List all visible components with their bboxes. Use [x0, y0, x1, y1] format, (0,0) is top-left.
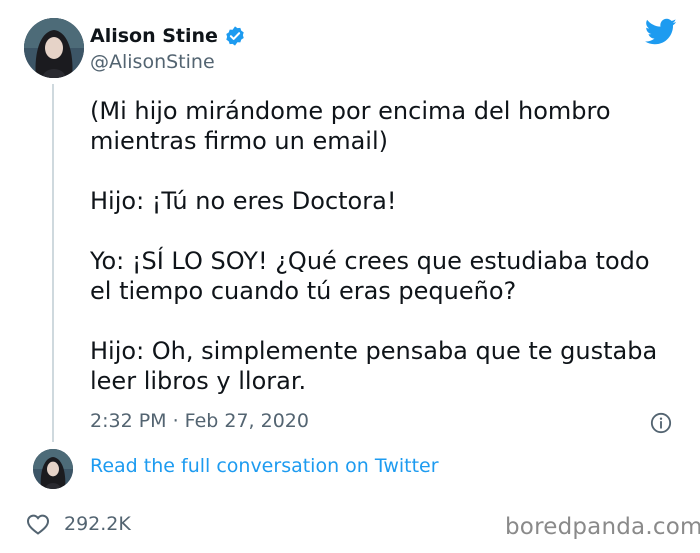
twitter-bird-icon[interactable] — [645, 18, 677, 46]
author-handle[interactable]: @AlisonStine — [90, 51, 215, 73]
verified-badge-icon — [226, 26, 244, 46]
tweet-body-text: (Mi hijo mirándome por encima del hombro… — [90, 97, 658, 395]
thread-connector-line — [52, 84, 54, 442]
source-watermark: boredpanda.com — [505, 514, 700, 540]
author-avatar[interactable] — [24, 18, 84, 78]
avatar-photo — [33, 449, 73, 489]
like-count: 292.2K — [64, 513, 131, 535]
author-display-name[interactable]: Alison Stine — [90, 25, 218, 47]
avatar-photo — [24, 18, 84, 78]
tweet-timestamp[interactable]: 2:32 PM · Feb 27, 2020 — [90, 410, 309, 432]
info-icon[interactable] — [650, 412, 672, 434]
read-conversation-link[interactable]: Read the full conversation on Twitter — [90, 455, 439, 477]
conversation-avatar[interactable] — [33, 449, 73, 489]
author-name-row[interactable]: Alison Stine — [90, 22, 246, 50]
heart-icon[interactable] — [26, 513, 50, 535]
like-row[interactable]: 292.2K — [26, 513, 131, 535]
